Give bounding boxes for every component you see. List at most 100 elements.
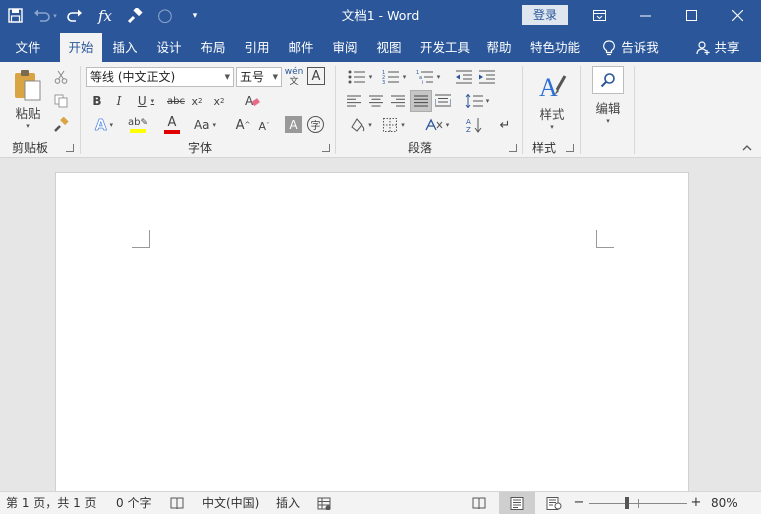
zoom-percent[interactable]: 80% xyxy=(711,492,738,514)
tab-mailings[interactable]: 邮件 xyxy=(282,33,320,62)
login-button[interactable]: 登录 xyxy=(522,5,568,25)
language-status[interactable]: 中文(中国) xyxy=(202,492,259,514)
circle-icon[interactable]: ○ xyxy=(150,0,180,31)
decrease-indent-icon[interactable] xyxy=(454,67,474,87)
tab-home[interactable]: 开始 xyxy=(60,33,102,62)
highlight-color-icon[interactable]: ab✎ xyxy=(122,114,154,136)
print-layout-icon[interactable] xyxy=(499,492,535,514)
cut-icon[interactable] xyxy=(52,68,70,86)
shrink-font-icon[interactable]: Aˇ xyxy=(256,117,272,135)
character-shading-icon[interactable]: A xyxy=(285,116,302,133)
insert-mode-status[interactable]: 插入 xyxy=(276,492,300,514)
font-name-combo[interactable]: 等线 (中文正文) ▼ xyxy=(86,67,234,87)
font-color-icon[interactable]: A xyxy=(156,114,188,136)
maximize-icon[interactable] xyxy=(668,0,715,31)
phonetic-guide-icon[interactable]: wén 文 xyxy=(285,66,304,88)
zoom-slider-thumb[interactable] xyxy=(625,497,629,509)
change-case-icon[interactable]: Aa ▾ xyxy=(190,115,220,135)
close-icon[interactable] xyxy=(714,0,761,31)
lightbulb-icon xyxy=(603,39,616,55)
sort-icon[interactable]: AZ xyxy=(464,115,484,135)
show-hide-marks-icon[interactable]: ↵ xyxy=(496,115,514,135)
enclose-characters-icon[interactable]: 字 xyxy=(307,116,324,133)
svg-text:A: A xyxy=(245,94,254,108)
title-bar: ▾ fx ○ ▾ 文档1 - Word 登录 xyxy=(0,0,761,31)
macro-recording-icon[interactable] xyxy=(317,492,331,514)
svg-text:A: A xyxy=(539,73,558,102)
align-right-icon[interactable] xyxy=(388,91,408,111)
ribbon-tabs: 文件 开始 插入 设计 布局 引用 邮件 审阅 视图 开发工具 帮助 特色功能 … xyxy=(0,31,761,62)
font-group-label: 字体 xyxy=(187,141,212,155)
bold-icon[interactable]: B xyxy=(89,92,105,110)
multilevel-list-icon[interactable]: 1 a i ▾ xyxy=(412,67,444,87)
format-painter-icon[interactable] xyxy=(52,116,70,134)
clear-formatting-icon[interactable]: A xyxy=(243,91,261,111)
align-center-icon[interactable] xyxy=(366,91,386,111)
font-name-dropdown-icon: ▼ xyxy=(224,73,230,81)
shading-icon[interactable]: ▾ xyxy=(344,115,376,135)
web-layout-icon[interactable] xyxy=(545,492,563,514)
tab-help[interactable]: 帮助 xyxy=(480,33,518,62)
justify-icon[interactable] xyxy=(410,90,432,112)
page-count[interactable]: 第 1 页，共 1 页 xyxy=(6,492,97,514)
distributed-icon[interactable] xyxy=(433,91,453,111)
paste-label: 粘贴 xyxy=(15,105,41,121)
read-mode-icon[interactable] xyxy=(470,492,488,514)
character-border-icon[interactable]: A xyxy=(307,67,325,85)
tab-insert[interactable]: 插入 xyxy=(106,33,144,62)
word-count[interactable]: 0 个字 xyxy=(116,492,151,514)
paragraph-dialog-launcher-icon[interactable] xyxy=(509,144,517,152)
undo-icon[interactable]: ▾ xyxy=(30,0,60,31)
tab-developer[interactable]: 开发工具 xyxy=(414,33,476,62)
numbering-icon[interactable]: 1 2 3 ▾ xyxy=(378,67,410,87)
save-icon[interactable] xyxy=(0,0,30,31)
redo-icon[interactable] xyxy=(60,0,90,31)
strikethrough-icon[interactable]: abc xyxy=(165,92,187,110)
bullets-icon[interactable]: ▾ xyxy=(343,67,377,87)
styles-button[interactable]: A 样式 ▾ xyxy=(530,66,574,134)
copy-icon[interactable] xyxy=(52,92,70,110)
subscript-icon[interactable]: x2 xyxy=(189,92,205,110)
chinese-layout-icon[interactable]: ▾ xyxy=(420,115,454,135)
person-add-icon xyxy=(696,40,710,55)
tab-special-features[interactable]: 特色功能 xyxy=(524,33,586,62)
styles-dialog-launcher-icon[interactable] xyxy=(566,144,574,152)
align-left-icon[interactable] xyxy=(344,91,364,111)
font-dialog-launcher-icon[interactable] xyxy=(322,144,330,152)
zoom-out-icon[interactable]: − xyxy=(573,492,585,514)
font-size-dropdown-icon: ▼ xyxy=(272,73,278,81)
margin-corner-mark xyxy=(596,230,614,248)
text-effects-icon[interactable]: A ▾ xyxy=(88,115,120,135)
tab-references[interactable]: 引用 xyxy=(238,33,276,62)
clipboard-group-label: 剪贴板 xyxy=(11,141,48,155)
tab-file[interactable]: 文件 xyxy=(6,33,50,62)
tab-layout[interactable]: 布局 xyxy=(194,33,232,62)
increase-indent-icon[interactable] xyxy=(477,67,497,87)
superscript-icon[interactable]: x2 xyxy=(211,92,227,110)
customize-qat-icon[interactable]: ▾ xyxy=(180,0,210,31)
italic-icon[interactable]: I xyxy=(111,92,127,110)
ribbon-display-options-icon[interactable] xyxy=(576,0,623,31)
borders-icon[interactable]: ▾ xyxy=(378,115,410,135)
share-button[interactable]: 共享 xyxy=(690,33,746,62)
function-icon[interactable]: fx xyxy=(90,0,120,31)
font-size-combo[interactable]: 五号 ▼ xyxy=(236,67,282,87)
document-page[interactable] xyxy=(55,172,689,502)
tab-design[interactable]: 设计 xyxy=(150,33,188,62)
minimize-icon[interactable] xyxy=(622,0,669,31)
tell-me-box[interactable]: 告诉我 xyxy=(596,33,666,62)
underline-icon[interactable]: U ▾ xyxy=(133,92,159,110)
proofing-icon[interactable] xyxy=(170,492,184,514)
collapse-ribbon-icon[interactable] xyxy=(740,142,754,154)
group-divider xyxy=(522,66,523,154)
tab-view[interactable]: 视图 xyxy=(370,33,408,62)
format-painter-icon[interactable] xyxy=(120,0,150,31)
editing-button[interactable]: 编辑 ▾ xyxy=(588,66,628,134)
clipboard-dialog-launcher-icon[interactable] xyxy=(66,144,74,152)
grow-font-icon[interactable]: A ^ xyxy=(234,115,252,135)
paste-button[interactable]: 粘贴 ▾ xyxy=(8,66,48,132)
tab-review[interactable]: 审阅 xyxy=(326,33,364,62)
zoom-in-icon[interactable]: + xyxy=(690,492,702,514)
line-spacing-icon[interactable]: ▾ xyxy=(460,91,494,111)
zoom-slider[interactable] xyxy=(589,492,687,514)
